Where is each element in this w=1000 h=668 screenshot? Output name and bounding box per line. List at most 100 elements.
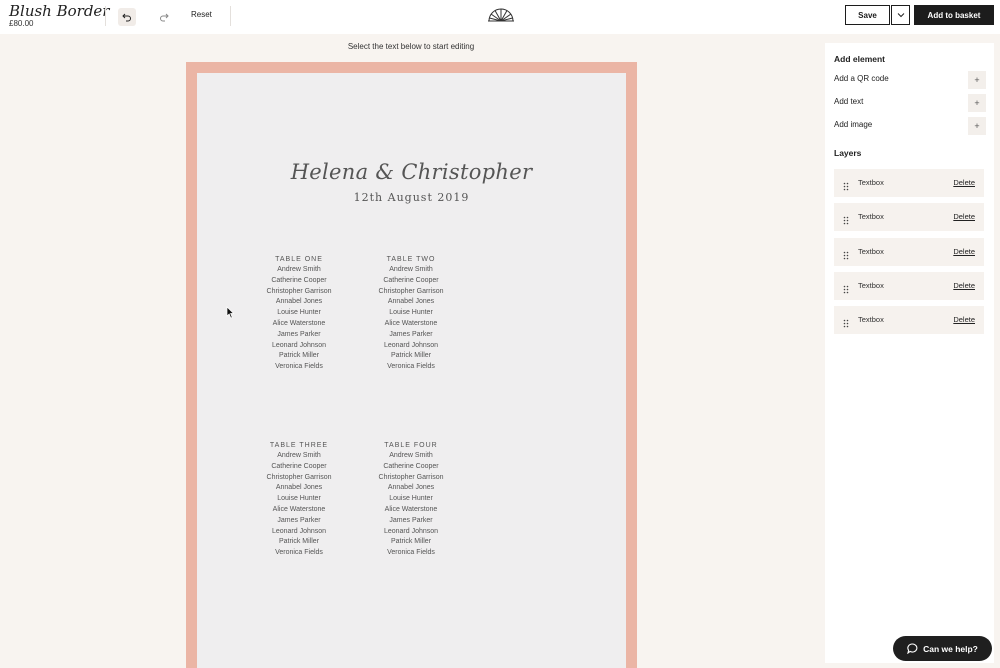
guest-name: Christopher Garrison — [378, 473, 444, 481]
redo-icon — [160, 13, 169, 22]
guest-name: Andrew Smith — [277, 452, 321, 459]
product-title: Blush Border — [9, 2, 110, 20]
delete-layer-link[interactable]: Delete — [953, 247, 975, 256]
drag-handle-icon[interactable] — [843, 281, 849, 294]
guest-name: Annabel Jones — [275, 298, 323, 306]
layer-name: Textbox — [858, 246, 884, 256]
layer-name: Textbox — [858, 212, 884, 222]
seating-table-textbox[interactable]: TABLE THREE Andrew Smith Catherine Cooper C… — [253, 440, 345, 559]
mouse-cursor-icon — [226, 306, 235, 324]
guest-name: Veronica Fields — [275, 549, 323, 557]
couple-names-textbox[interactable]: Helena & Christopher — [197, 160, 626, 184]
guest-name: Louise Hunter — [389, 495, 433, 503]
guest-name: Christopher Garrison — [266, 473, 332, 481]
delete-layer-link[interactable]: Delete — [953, 281, 975, 290]
redo-button[interactable] — [155, 8, 173, 26]
guest-name: James Parker — [389, 516, 433, 524]
undo-icon — [122, 13, 131, 22]
guest-name: Annabel Jones — [275, 484, 323, 492]
guest-name: Leonard Johnson — [383, 527, 439, 535]
guest-name: Louise Hunter — [277, 309, 321, 317]
guest-name: Christopher Garrison — [378, 287, 444, 295]
add-image-row[interactable]: Add image + — [834, 117, 986, 135]
help-label: Can we help? — [923, 643, 978, 654]
guest-name: Patrick Miller — [278, 352, 320, 360]
layer-name: Textbox — [858, 280, 884, 290]
layer-row[interactable]: Textbox Delete — [834, 169, 984, 197]
table-name: TABLE ONE — [275, 256, 323, 263]
guest-name: Annabel Jones — [387, 484, 435, 492]
layer-row[interactable]: Textbox Delete — [834, 203, 984, 232]
guest-name: James Parker — [277, 516, 321, 524]
guest-name: James Parker — [277, 330, 321, 338]
plus-icon[interactable]: + — [968, 117, 986, 135]
add-image-label: Add image — [834, 120, 873, 129]
delete-layer-link[interactable]: Delete — [953, 212, 975, 221]
undo-button[interactable] — [118, 8, 136, 26]
divider — [105, 6, 106, 26]
table-name: TABLE THREE — [269, 442, 329, 449]
add-qr-code-label: Add a QR code — [834, 74, 889, 83]
delete-layer-link[interactable]: Delete — [953, 315, 975, 324]
table-name: TABLE FOUR — [384, 442, 438, 449]
layer-row[interactable]: Textbox Delete — [834, 237, 984, 266]
drag-handle-icon[interactable] — [843, 247, 849, 259]
brand-logo-icon[interactable] — [487, 6, 515, 27]
add-to-basket-button[interactable]: Add to basket — [914, 5, 994, 25]
add-qr-code-row[interactable]: Add a QR code + — [834, 71, 986, 89]
add-text-row[interactable]: Add text + — [834, 94, 986, 112]
top-bar: Blush Border £80.00 Reset Save Add to ba… — [0, 0, 1000, 34]
add-text-label: Add text — [834, 97, 864, 106]
wedding-date-textbox[interactable]: 12th August 2019 — [197, 191, 626, 204]
guest-name: Andrew Smith — [389, 266, 433, 273]
side-panel: Add element Add a QR code + Add text + Add i… — [825, 43, 994, 663]
product-price: £80.00 — [9, 19, 34, 28]
layer-row[interactable]: Textbox Delete — [834, 271, 984, 300]
drag-handle-icon[interactable] — [843, 178, 849, 191]
guest-name: Veronica Fields — [387, 549, 435, 557]
drag-handle-icon[interactable] — [843, 315, 849, 328]
layer-name: Textbox — [858, 178, 884, 187]
guest-name: Leonard Johnson — [271, 527, 327, 535]
layer-name: Textbox — [858, 315, 884, 325]
guest-name: Catherine Cooper — [271, 276, 327, 284]
seating-table-textbox[interactable]: TABLE TWO Andrew Smith Catherine Cooper Chr… — [365, 254, 457, 373]
guest-name: Alice Waterstone — [384, 505, 438, 513]
chat-bubble-icon — [907, 643, 918, 654]
guest-name: Catherine Cooper — [383, 462, 439, 470]
guest-name: Patrick Miller — [390, 538, 432, 546]
guest-name: Patrick Miller — [390, 352, 432, 360]
drag-handle-icon[interactable] — [843, 212, 849, 225]
seating-table-textbox[interactable]: TABLE ONE Andrew Smith Catherine Cooper Chr… — [253, 254, 345, 373]
guest-name: Catherine Cooper — [271, 462, 327, 470]
guest-name: Alice Waterstone — [384, 319, 438, 327]
save-options-button[interactable] — [891, 5, 910, 25]
divider — [230, 6, 231, 26]
reset-button[interactable]: Reset — [191, 10, 212, 19]
plus-icon[interactable]: + — [968, 71, 986, 89]
layer-row[interactable]: Textbox Delete — [834, 306, 984, 335]
card-canvas[interactable]: Helena & Christopher 12th August 2019 TA… — [197, 73, 626, 668]
seating-table-textbox[interactable]: TABLE FOUR Andrew Smith Catherine Cooper Ch… — [365, 440, 457, 559]
guest-name: Andrew Smith — [277, 266, 321, 273]
save-button[interactable]: Save — [845, 5, 890, 25]
guest-name: Leonard Johnson — [383, 341, 439, 349]
guest-name: Alice Waterstone — [272, 319, 326, 327]
layers-heading: Layers — [834, 148, 862, 158]
plus-icon[interactable]: + — [968, 94, 986, 112]
help-chat-button[interactable]: Can we help? — [893, 636, 992, 661]
guest-name: Annabel Jones — [387, 298, 435, 306]
table-name: TABLE TWO — [386, 256, 436, 263]
guest-name: Veronica Fields — [275, 363, 323, 371]
editing-hint: Select the text below to start editing — [347, 42, 475, 51]
guest-name: Louise Hunter — [389, 309, 433, 317]
guest-name: Patrick Miller — [278, 538, 320, 546]
guest-name: Catherine Cooper — [383, 276, 439, 284]
add-element-heading: Add element — [834, 54, 886, 64]
guest-name: Leonard Johnson — [271, 341, 327, 349]
guest-name: Louise Hunter — [277, 495, 321, 503]
delete-layer-link[interactable]: Delete — [953, 178, 975, 187]
guest-name: Alice Waterstone — [272, 505, 326, 513]
chevron-down-icon — [897, 13, 904, 18]
guest-name: Christopher Garrison — [266, 287, 332, 295]
